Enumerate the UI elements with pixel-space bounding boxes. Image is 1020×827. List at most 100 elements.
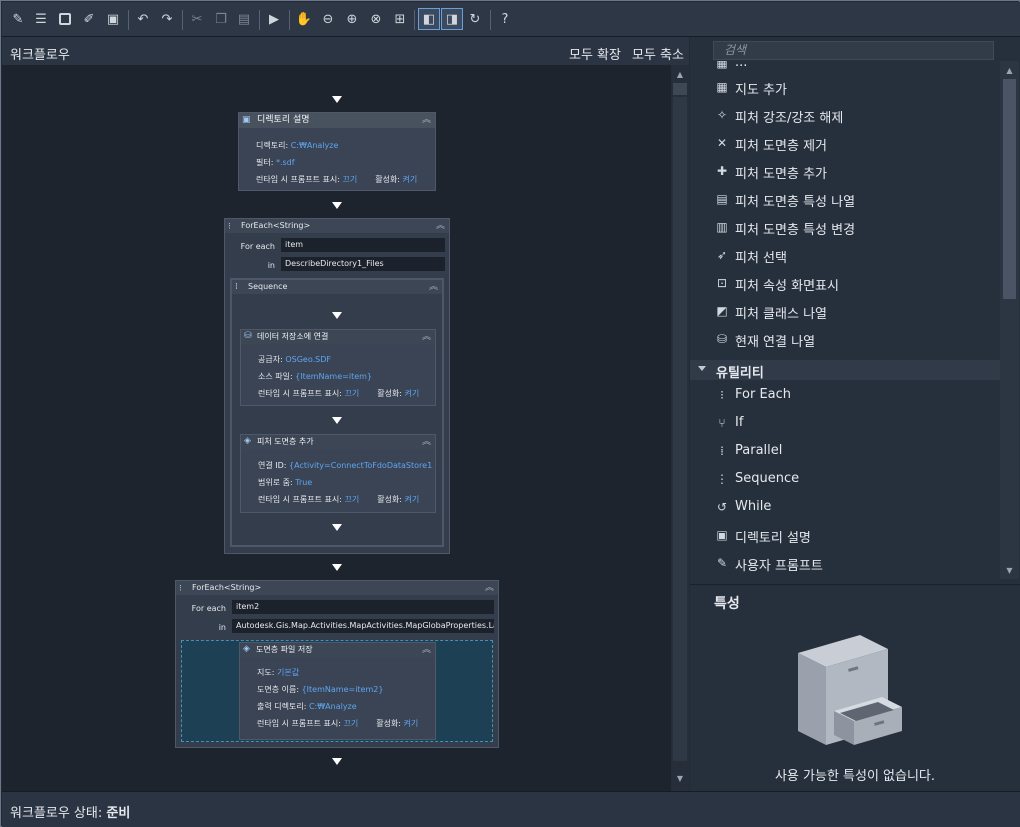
zoom-in-icon[interactable]: ⊕ (342, 9, 362, 29)
prompt-value[interactable]: 끄기 (342, 175, 357, 184)
provider-value[interactable]: OSGeo.SDF (285, 355, 331, 364)
describe-directory-activity[interactable]: ▣ 디렉토리 설명 ︽ 디렉토리: C:₩Analyze 필터: *.sdf 런타임… (238, 112, 436, 191)
field-label: 소스 파일: (258, 372, 293, 381)
prompt-value[interactable]: 끄기 (344, 389, 359, 398)
in-input[interactable]: DescribeDirectory1_Files (281, 257, 445, 271)
directory-value[interactable]: C:₩Analyze (291, 141, 339, 150)
connect-datastore-activity[interactable]: ⛁ 데이터 저장소에 연결 ︽ 공급자: OSGeo.SDF 소스 파일: {Ite… (240, 329, 436, 406)
collapse-chevron-icon[interactable]: ︽ (422, 113, 431, 128)
layer-props-list-icon: ▤ (716, 192, 728, 206)
scroll-up-icon[interactable]: ▲ (1000, 63, 1019, 77)
layer-name-value[interactable]: {ItemName=item2} (302, 685, 384, 694)
workflow-title: 워크플로우 (10, 48, 70, 63)
add-feature-layer-activity[interactable]: ◈ 피처 도면층 추가 ︽ 연결 ID: {Activity=ConnectToFd… (240, 434, 436, 513)
palette-scrollbar[interactable]: ▲ ▼ (1000, 61, 1019, 579)
list-item[interactable]: ✕ 피처 도면층 제거 (690, 129, 1000, 157)
zoom-extent-value[interactable]: True (295, 478, 312, 487)
list-item[interactable]: ▤ 피처 도면층 특성 나열 (690, 185, 1000, 213)
workflow-canvas[interactable]: ▣ 디렉토리 설명 ︽ 디렉토리: C:₩Analyze 필터: *.sdf 런타임… (2, 65, 671, 791)
prompt-value[interactable]: 끄기 (344, 495, 359, 504)
list-item[interactable]: ↺ While (690, 493, 1000, 521)
list-item[interactable]: ✧ 피처 강조/강조 해제 (690, 101, 1000, 129)
list-item[interactable]: ⁞ Parallel (690, 437, 1000, 465)
collapse-chevron-icon[interactable]: ︽ (422, 643, 431, 657)
copy-icon[interactable]: ❐ (211, 9, 231, 29)
run-icon[interactable]: ▶ (264, 9, 284, 29)
collapse-chevron-icon[interactable]: ︽ (422, 435, 431, 449)
for-each-input[interactable]: item2 (232, 600, 494, 614)
directory-icon: ▣ (716, 528, 728, 542)
save-icon[interactable] (55, 9, 75, 29)
search-input[interactable]: 검색 (713, 41, 994, 60)
collapse-chevron-icon[interactable]: ︽ (422, 330, 431, 344)
list-item[interactable]: ◩ 피처 클래스 나열 (690, 297, 1000, 325)
list-item-label: While (735, 499, 772, 514)
scroll-thumb[interactable] (673, 83, 687, 95)
save-as-icon[interactable]: ✐ (79, 9, 99, 29)
export-icon[interactable]: ▣ (103, 9, 123, 29)
list-item[interactable]: ⋮ Sequence (690, 465, 1000, 493)
layout-1-icon[interactable]: ◧ (418, 8, 440, 30)
redo-icon[interactable]: ↷ (157, 9, 177, 29)
list-item[interactable]: ▥ 피처 도면층 특성 변경 (690, 213, 1000, 241)
activity-title: ForEach<String> (241, 221, 311, 230)
scroll-down-icon[interactable]: ▼ (671, 771, 689, 785)
enabled-value[interactable]: 켜기 (404, 719, 419, 728)
collapse-all-link[interactable]: 모두 축소 (632, 44, 684, 63)
list-item[interactable]: ▦ 지도 추가 (690, 73, 1000, 101)
field-label: 지도: (257, 668, 275, 677)
enabled-value[interactable]: 켜기 (403, 175, 418, 184)
in-input[interactable]: Autodesk.Gis.Map.Activities.MapActivitie… (232, 619, 494, 633)
list-item[interactable]: ⁝ For Each (690, 381, 1000, 409)
scroll-thumb[interactable] (1003, 79, 1016, 299)
enabled-value[interactable]: 켜기 (405, 389, 420, 398)
save-layer-file-activity[interactable]: ◈ 도면층 파일 저장 ︽ 지도: 기본값 도면층 이름: {ItemName=it… (239, 642, 436, 740)
map-add-icon: ▦ (716, 80, 728, 94)
collapse-chevron-icon[interactable]: ︽ (429, 280, 438, 294)
for-each-input[interactable]: item (281, 238, 445, 252)
layout-2-icon[interactable]: ◨ (441, 8, 463, 30)
collapse-chevron-icon[interactable]: ︽ (485, 581, 494, 595)
list-item[interactable]: ✚ 피처 도면층 추가 (690, 157, 1000, 185)
sequence-icon: ⋮ (716, 472, 728, 486)
paste-icon[interactable]: ▤ (234, 9, 254, 29)
list-item[interactable]: ⊡ 피처 속성 화면표시 (690, 269, 1000, 297)
open-workflow-icon[interactable]: ☰ (31, 9, 51, 29)
connection-id-value[interactable]: {Activity=ConnectToFdoDataStore1,... (289, 461, 433, 470)
expand-all-link[interactable]: 모두 확장 (569, 44, 621, 63)
list-item-label: 피처 강조/강조 해제 (735, 111, 844, 126)
source-value[interactable]: {ItemName=item} (295, 372, 372, 381)
list-item[interactable]: ▣ 디렉토리 설명 (690, 521, 1000, 549)
field-label: 활성화: (377, 389, 402, 398)
scroll-down-icon[interactable]: ▼ (1000, 563, 1019, 577)
zoom-extents-icon[interactable]: ⊗ (366, 9, 386, 29)
new-workflow-icon[interactable]: ✎ (8, 9, 28, 29)
foreach-activity[interactable]: ⁝ ForEach<String> ︽ For each item in Descr… (224, 218, 450, 554)
foreach-activity-2[interactable]: ⁝ ForEach<String> ︽ For each item2 in Auto… (175, 580, 499, 748)
scroll-up-icon[interactable]: ▲ (671, 67, 689, 81)
sequence-activity[interactable]: ⁞ Sequence ︽ ⛁ 데이터 저장소에 연결 ︽ 공급자: OSGeo.SDF … (230, 278, 444, 547)
list-item[interactable]: ⛁ 현재 연결 나열 (690, 325, 1000, 353)
layer-remove-icon: ✕ (716, 136, 728, 150)
prompt-value[interactable]: 끄기 (343, 719, 358, 728)
cut-icon[interactable]: ✂ (187, 9, 207, 29)
map-value[interactable]: 기본값 (277, 668, 299, 677)
category-utility[interactable]: 유틸리티 (690, 360, 1000, 381)
output-dir-value[interactable]: C:₩Analyze (309, 702, 357, 711)
canvas-scrollbar[interactable]: ▲ ▼ (671, 65, 689, 791)
enabled-value[interactable]: 켜기 (405, 495, 420, 504)
zoom-window-icon[interactable]: ⊞ (390, 9, 410, 29)
undo-icon[interactable]: ↶ (133, 9, 153, 29)
pan-icon[interactable]: ✋ (294, 9, 314, 29)
database-icon: ⛁ (244, 331, 252, 341)
list-item[interactable]: ⑂ If (690, 409, 1000, 437)
collapse-chevron-icon[interactable]: ︽ (436, 219, 445, 233)
filter-value[interactable]: *.sdf (276, 158, 295, 167)
zoom-out-icon[interactable]: ⊖ (318, 9, 338, 29)
refresh-icon[interactable]: ↻ (465, 9, 485, 29)
properties-panel: 특성 사용 가능한 특성이 없습니다. (690, 584, 1020, 791)
scroll-track[interactable] (673, 97, 687, 761)
list-item[interactable]: ✎ 사용자 프롬프트 (690, 549, 1000, 577)
help-icon[interactable]: ? (495, 9, 515, 29)
list-item[interactable]: ➶ 피처 선택 (690, 241, 1000, 269)
